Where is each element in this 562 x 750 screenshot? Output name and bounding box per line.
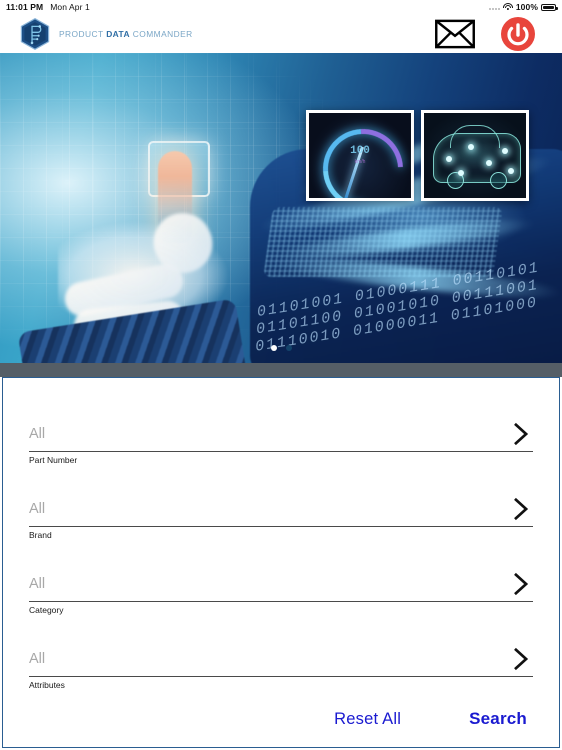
chevron-right-icon[interactable] (512, 422, 531, 446)
hero-banner[interactable]: 01101001 01000111 00110101 01101100 0100… (0, 53, 562, 363)
carousel-page-indicator[interactable] (0, 345, 562, 351)
field-value: All (29, 500, 46, 517)
glow-node (486, 160, 492, 166)
field-row[interactable]: All (29, 416, 533, 452)
speedometer-gauge-thumbnail[interactable]: 100 km/h (306, 110, 414, 201)
field-label: Category (29, 605, 64, 615)
field-label: Attributes (29, 680, 65, 690)
brand-text-part1: PRODUCT (59, 28, 107, 39)
power-button-icon[interactable] (500, 16, 536, 52)
wifi-icon (502, 3, 513, 11)
battery-percent-label: 100% (515, 2, 538, 12)
field-value: All (29, 575, 46, 592)
page-dot-inactive[interactable] (285, 345, 292, 351)
field-row[interactable]: All (29, 491, 533, 527)
field-value: All (29, 425, 46, 442)
wheel-shape (490, 172, 507, 189)
brand-text-part2: COMMANDER (130, 28, 193, 39)
glow-node (458, 170, 464, 176)
status-bar-time: 11:01 PM (6, 2, 44, 12)
brand-logo-group[interactable]: PRODUCT DATA COMMANDER (12, 17, 193, 51)
field-label: Brand (29, 530, 52, 540)
chevron-right-icon[interactable] (512, 572, 531, 596)
field-row[interactable]: All (29, 566, 533, 602)
search-fields-list: All Part Number All Brand All Category A… (3, 378, 559, 716)
wireframe-car-thumbnail[interactable] (421, 110, 529, 201)
search-field-part-number[interactable]: All Part Number (29, 416, 533, 491)
banner-divider-strip (0, 363, 562, 377)
status-bar-right-group: 100% (488, 2, 558, 12)
glow-node (502, 148, 508, 154)
status-bar-date: Mon Apr 1 (50, 2, 90, 12)
chevron-right-icon[interactable] (512, 497, 531, 521)
gauge-unit-label: km/h (354, 159, 366, 165)
hexagon-p-logo-icon (20, 17, 50, 50)
wireframe-car-icon (433, 125, 521, 189)
field-row[interactable]: All (29, 641, 533, 677)
search-form-panel: All Part Number All Brand All Category A… (2, 377, 560, 748)
field-value: All (29, 650, 46, 667)
reset-all-button[interactable]: Reset All (332, 706, 403, 733)
chevron-right-icon[interactable] (512, 647, 531, 671)
signal-dots-icon (488, 4, 500, 10)
battery-full-icon (541, 3, 558, 11)
status-bar: 11:01 PM Mon Apr 1 100% (0, 0, 562, 14)
glow-node (468, 144, 474, 150)
glow-node (508, 168, 514, 174)
form-actions: Reset All Search (3, 705, 559, 733)
app-screen: 11:01 PM Mon Apr 1 100% PRODUCT DATA COM… (0, 0, 562, 750)
brand-text-bold: DATA (106, 28, 131, 39)
search-field-brand[interactable]: All Brand (29, 491, 533, 566)
field-label: Part Number (29, 455, 78, 465)
glow-node (446, 156, 452, 162)
search-field-category[interactable]: All Category (29, 566, 533, 641)
page-dot-active[interactable] (270, 345, 277, 351)
search-button[interactable]: Search (467, 705, 529, 733)
envelope-icon[interactable] (434, 19, 476, 49)
gauge-value-label: 100 (350, 145, 370, 157)
app-header: PRODUCT DATA COMMANDER (0, 14, 562, 53)
header-actions (434, 16, 550, 52)
brand-title: PRODUCT DATA COMMANDER (59, 29, 193, 39)
